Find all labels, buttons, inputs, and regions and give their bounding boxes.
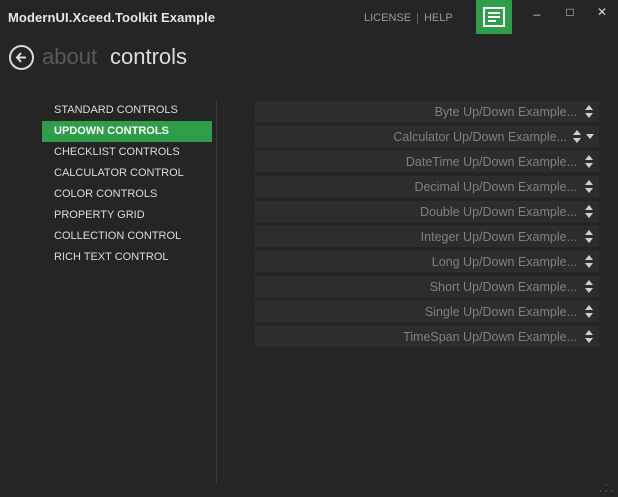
updown-text: Short Up/Down Example...	[429, 280, 577, 294]
decimal-updown[interactable]: Decimal Up/Down Example...	[255, 176, 599, 197]
menu-button[interactable]	[476, 0, 512, 34]
back-button[interactable]	[9, 45, 34, 70]
timespan-updown[interactable]: TimeSpan Up/Down Example...	[255, 326, 599, 347]
byte-updown[interactable]: Byte Up/Down Example...	[255, 101, 599, 122]
close-button[interactable]: ✕	[592, 5, 612, 19]
maximize-button[interactable]: □	[560, 5, 580, 19]
nav-item-color-controls[interactable]: COLOR CONTROLS	[42, 184, 212, 205]
single-updown[interactable]: Single Up/Down Example...	[255, 301, 599, 322]
spinner-icon[interactable]	[584, 304, 594, 319]
updown-text: Integer Up/Down Example...	[420, 230, 577, 244]
nav-item-calculator-control[interactable]: CALCULATOR CONTROL	[42, 163, 212, 184]
title-bar: ModernUI.Xceed.Toolkit Example LICENSE | H…	[0, 0, 618, 36]
spinner-icon[interactable]	[572, 129, 582, 144]
spinner-icon[interactable]	[584, 279, 594, 294]
updown-text: TimeSpan Up/Down Example...	[403, 330, 577, 344]
nav-divider	[216, 100, 217, 483]
spinner-icon[interactable]	[584, 254, 594, 269]
spinner-icon[interactable]	[584, 204, 594, 219]
calculator-updown[interactable]: Calculator Up/Down Example...	[255, 126, 599, 147]
chevron-down-icon[interactable]	[586, 134, 594, 139]
updown-text: Double Up/Down Example...	[419, 205, 577, 219]
page-title: controls	[110, 44, 188, 69]
nav-item-collection-control[interactable]: COLLECTION CONTROL	[42, 226, 212, 247]
resize-grip-icon[interactable]: ⠀⠠ ⠠⠠⠠	[596, 480, 614, 494]
nav-item-checklist-controls[interactable]: CHECKLIST CONTROLS	[42, 142, 212, 163]
spinner-icon[interactable]	[584, 229, 594, 244]
long-updown[interactable]: Long Up/Down Example...	[255, 251, 599, 272]
help-link[interactable]: HELP	[424, 12, 453, 24]
updown-text: DateTime Up/Down Example...	[405, 155, 577, 169]
license-link[interactable]: LICENSE	[364, 12, 411, 24]
updown-text: Byte Up/Down Example...	[434, 105, 577, 119]
title-links: LICENSE | HELP	[364, 12, 453, 24]
nav-item-updown-controls[interactable]: UPDOWN CONTROLS	[42, 121, 212, 142]
spinner-icon[interactable]	[584, 104, 594, 119]
nav-item-property-grid[interactable]: PROPERTY GRID	[42, 205, 212, 226]
link-separator: |	[416, 12, 419, 24]
updown-list: Byte Up/Down Example... Calculator Up/Do…	[255, 101, 599, 351]
nav-item-standard-controls[interactable]: STANDARD CONTROLS	[42, 100, 212, 121]
minimize-button[interactable]: _	[527, 2, 547, 16]
updown-text: Long Up/Down Example...	[431, 255, 577, 269]
app-title: ModernUI.Xceed.Toolkit Example	[8, 10, 216, 25]
updown-text: Decimal Up/Down Example...	[414, 180, 577, 194]
arrow-left-icon	[15, 52, 26, 63]
spinner-icon[interactable]	[584, 179, 594, 194]
updown-text: Calculator Up/Down Example...	[393, 130, 567, 144]
spinner-icon[interactable]	[584, 154, 594, 169]
spinner-icon[interactable]	[584, 329, 594, 344]
integer-updown[interactable]: Integer Up/Down Example...	[255, 226, 599, 247]
menu-icon	[483, 7, 505, 27]
breadcrumb-about[interactable]: about	[42, 44, 97, 70]
datetime-updown[interactable]: DateTime Up/Down Example...	[255, 151, 599, 172]
updown-text: Single Up/Down Example...	[424, 305, 577, 319]
nav-item-rich-text-control[interactable]: RICH TEXT CONTROL	[42, 247, 212, 268]
short-updown[interactable]: Short Up/Down Example...	[255, 276, 599, 297]
sidebar-nav: STANDARD CONTROLS UPDOWN CONTROLS CHECKL…	[42, 100, 212, 268]
double-updown[interactable]: Double Up/Down Example...	[255, 201, 599, 222]
